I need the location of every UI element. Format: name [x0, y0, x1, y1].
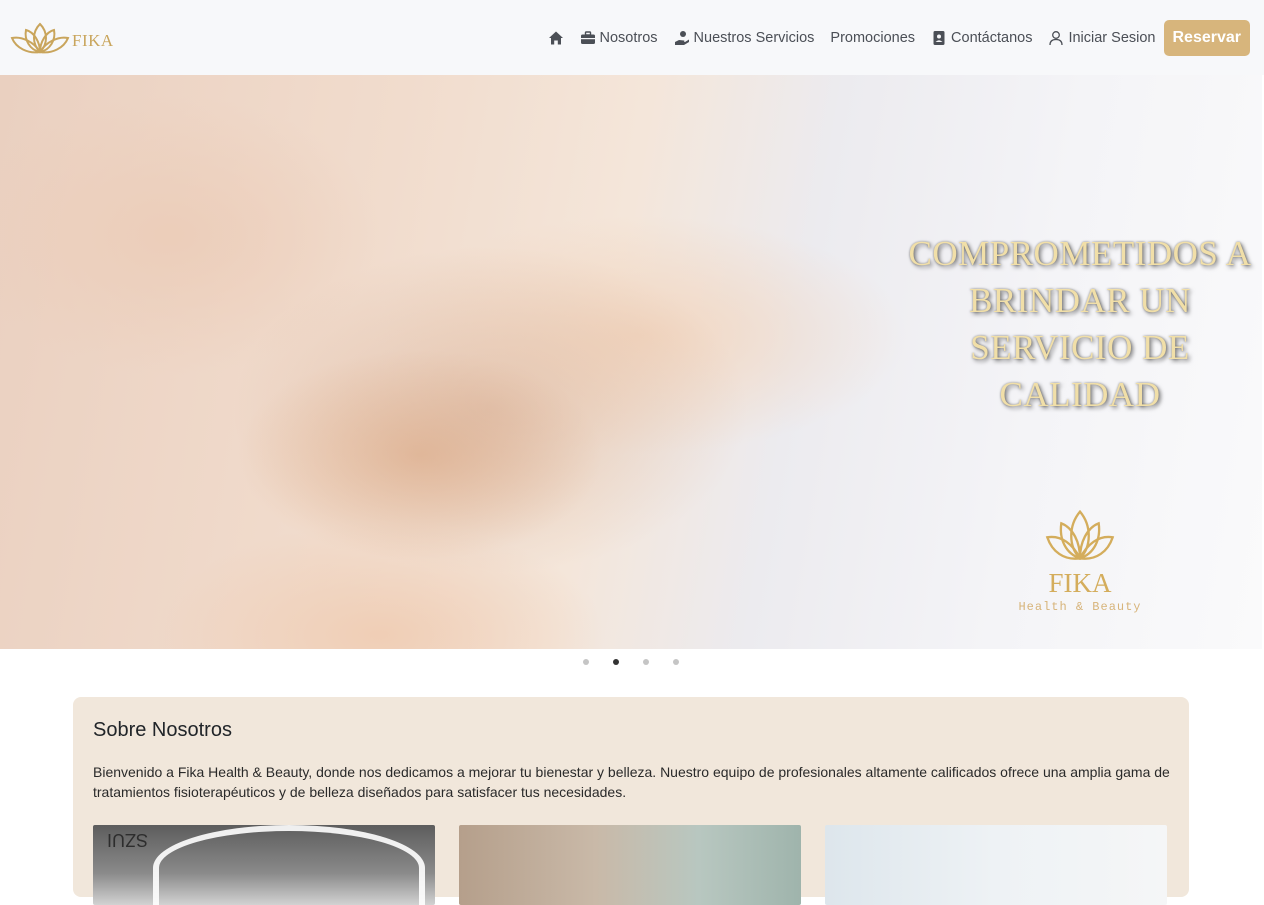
briefcase-icon [580, 30, 596, 46]
nav-label-contactanos: Contáctanos [951, 29, 1033, 46]
nav-nosotros[interactable]: Nosotros [572, 30, 666, 46]
hero-logo-tagline: Health & Beauty [1018, 600, 1142, 614]
hero-image-hands [230, 245, 750, 575]
about-text: Bienvenido a Fika Health & Beauty, donde… [93, 764, 1170, 800]
carousel-indicator-3[interactable] [643, 659, 649, 665]
hero-carousel[interactable]: COMPROMETIDOS A BRINDAR UN SERVICIO DE C… [0, 75, 1262, 649]
about-image-cards: SZUI [93, 825, 1167, 905]
carousel-indicator-4[interactable] [673, 659, 679, 665]
about-image-card-3 [825, 825, 1167, 905]
hero-title: COMPROMETIDOS A BRINDAR UN SERVICIO DE C… [908, 234, 1252, 414]
navbar: FIKA Nosotros Nuestros Servicios Promoci… [0, 0, 1264, 75]
card-image-graphic: SZUI [107, 830, 149, 850]
home-icon [548, 30, 564, 46]
carousel-indicator-1[interactable] [583, 659, 589, 665]
nav-label-servicios: Nuestros Servicios [693, 29, 815, 46]
carousel-indicator-2[interactable] [613, 659, 619, 665]
nav-label-nosotros: Nosotros [599, 29, 658, 46]
nav-label-promociones: Promociones [830, 29, 916, 46]
lotus-logo-icon [1045, 509, 1115, 560]
hero-logo-name: FIKA [1048, 568, 1112, 598]
nav-label-iniciar-sesion: Iniciar Sesion [1068, 29, 1156, 46]
main-nav: Nosotros Nuestros Servicios Promociones … [540, 0, 1250, 75]
about-image-card-1: SZUI [93, 825, 435, 905]
nav-servicios[interactable]: Nuestros Servicios [666, 30, 823, 46]
contact-book-icon [931, 30, 947, 46]
reservar-button[interactable]: Reservar [1163, 19, 1250, 56]
about-section: Sobre Nosotros Bienvenido a Fika Health … [73, 697, 1189, 905]
user-icon [1048, 30, 1064, 46]
about-title: Sobre Nosotros [93, 719, 232, 741]
nav-home[interactable] [540, 30, 572, 46]
nav-iniciar-sesion[interactable]: Iniciar Sesion [1040, 30, 1163, 46]
brand-name: FIKA [72, 30, 114, 50]
lotus-logo-icon [10, 22, 70, 53]
carousel-indicators [0, 659, 1262, 665]
nav-contactanos[interactable]: Contáctanos [923, 30, 1040, 46]
hero-logo: FIKA Health & Beauty [1000, 507, 1160, 614]
brand-logo-link[interactable]: FIKA [10, 20, 114, 56]
about-image-card-2 [459, 825, 801, 905]
nav-promociones[interactable]: Promociones [822, 30, 923, 46]
hand-care-icon [674, 30, 690, 46]
